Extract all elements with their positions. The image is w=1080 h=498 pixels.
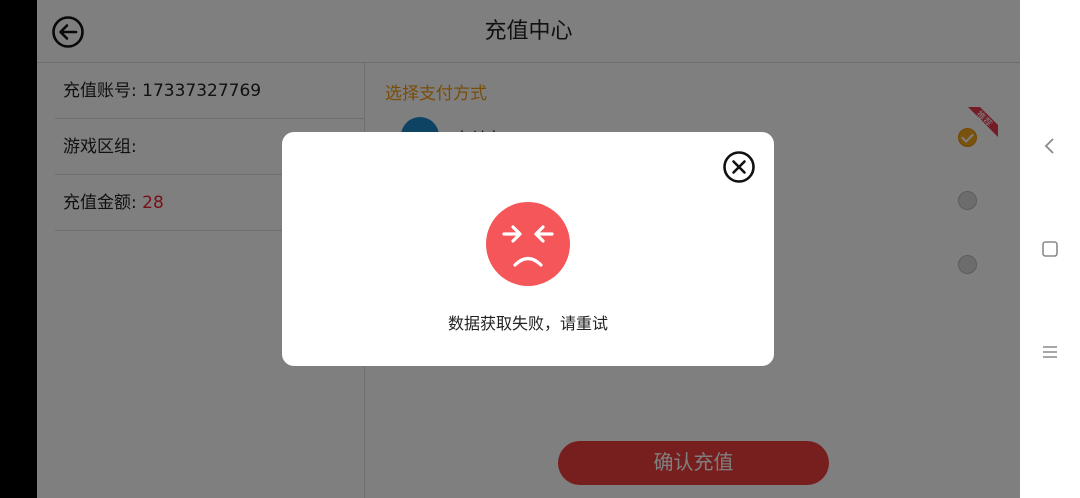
left-edge bbox=[0, 0, 37, 498]
menu-icon bbox=[1043, 346, 1057, 358]
error-dialog: 数据获取失败，请重试 bbox=[282, 132, 774, 366]
close-circle-icon bbox=[723, 151, 755, 183]
system-nav-bar bbox=[1020, 0, 1080, 498]
app-screen: 充值中心 充值账号: 17337327769 游戏区组: 充值金额: 28 选择… bbox=[37, 0, 1020, 498]
error-message: 数据获取失败，请重试 bbox=[447, 314, 608, 333]
close-button[interactable] bbox=[722, 150, 756, 184]
square-icon bbox=[1042, 241, 1058, 257]
nav-home-button[interactable] bbox=[1038, 237, 1062, 261]
sad-face-icon bbox=[486, 202, 570, 286]
nav-back-button[interactable] bbox=[1038, 134, 1062, 158]
nav-menu-button[interactable] bbox=[1038, 340, 1062, 364]
chevron-left-icon bbox=[1044, 138, 1054, 154]
